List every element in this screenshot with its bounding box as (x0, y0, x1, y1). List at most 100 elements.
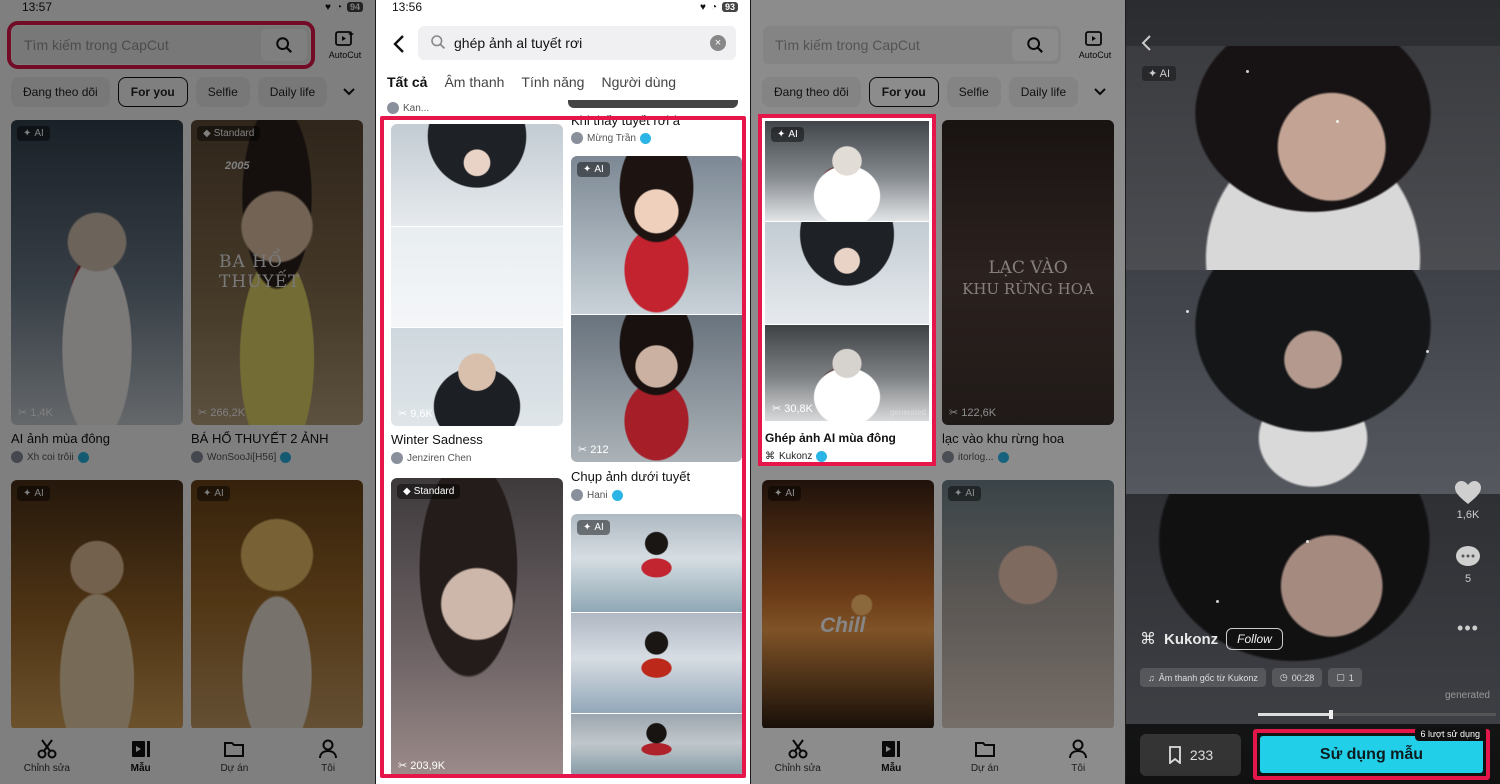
tab-features[interactable]: Tính năng (521, 74, 584, 90)
template-card[interactable]: LẠC VÀO KHU RỪNG HOA ✂ 122,6K (942, 120, 1114, 425)
battery-level: 93 (721, 2, 738, 12)
chip-for-you[interactable]: For you (868, 77, 939, 107)
video-progress-bar[interactable] (1258, 710, 1496, 719)
nav-me[interactable]: Tôi (1048, 738, 1108, 774)
template-card[interactable]: ✦ AI (11, 480, 183, 730)
back-arrow-icon (1141, 35, 1151, 51)
autocut-label: AutoCut (328, 50, 362, 60)
template-card[interactable]: ◆ Standard ✂ 203,9K (391, 478, 563, 778)
chip-daily-life[interactable]: Daily life (257, 77, 328, 107)
card-author[interactable]: Mừng Trần (571, 132, 651, 144)
clear-icon[interactable]: × (710, 35, 726, 51)
card-author[interactable]: itorlog... (942, 451, 1009, 463)
search-button[interactable] (1012, 29, 1058, 61)
like-button[interactable]: 1,6K (1444, 480, 1492, 521)
card-title[interactable]: Ghép ảnh AI mùa đông (765, 431, 931, 445)
tab-audio[interactable]: Âm thanh (444, 74, 504, 90)
search-icon (276, 37, 292, 53)
card-title[interactable]: Chụp ảnh dưới tuyết (571, 469, 743, 484)
selected-template[interactable]: ✦ AI ✂ 30,8K generated Ghép ảnh AI mùa đ… (758, 114, 936, 466)
template-card[interactable]: ◆ Standard 2005 BA HỔ THUYẾT ✂ 266,2K (191, 120, 363, 425)
back-button[interactable] (1140, 34, 1152, 57)
more-options-icon[interactable]: ••• (1444, 618, 1492, 639)
nav-projects[interactable]: Dự án (204, 738, 264, 774)
template-card[interactable]: ✦ AI ✂ 1,4K (11, 120, 183, 425)
chip-selfie[interactable]: Selfie (946, 77, 1001, 107)
comment-button[interactable]: 5 (1444, 544, 1492, 585)
card-author[interactable]: Xh coi trôii (11, 451, 89, 463)
result-tabs: Tất cả Âm thanh Tính năng Người dùng (387, 74, 676, 90)
template-card[interactable]: ✦ AI (571, 514, 742, 778)
overlay-text: BA HỔ THUYẾT (219, 252, 301, 292)
chip-daily-life[interactable]: Daily life (1008, 77, 1079, 107)
card-author[interactable]: Kan... (387, 102, 429, 114)
usage-count: ✂ 212 (578, 443, 609, 457)
nav-templates[interactable]: Mẫu (861, 738, 921, 774)
creator-row: ⌘ Kukonz Follow (1140, 628, 1283, 650)
search-icon (431, 35, 446, 50)
search-input[interactable]: ghép ảnh al tuyết rơi × (418, 26, 736, 60)
overlay-text: Chill (820, 614, 866, 637)
standard-badge: ◆ Standard (197, 126, 261, 141)
template-card[interactable]: ✦ AI ✂ 30,8K generated (765, 121, 929, 421)
back-button[interactable] (386, 31, 412, 57)
search-input[interactable]: Tìm kiếm trong CapCut (7, 21, 315, 69)
search-input[interactable]: Tìm kiếm trong CapCut (763, 26, 1061, 64)
heart-icon: ♥ (700, 1, 706, 13)
template-card[interactable]: ✦ AI Chill (762, 480, 934, 730)
verified-icon (280, 451, 292, 463)
status-time: 13:57 (22, 0, 53, 14)
audio-info[interactable]: ♫ Âm thanh gốc từ Kukonz (1140, 668, 1266, 687)
generated-tag: generated (1444, 690, 1490, 701)
ai-badge: ✦ AI (771, 127, 804, 142)
usage-count: ✂ 30,8K (772, 402, 813, 416)
card-title[interactable]: Khi thấy tuyết rơi à (571, 113, 743, 128)
avatar (387, 102, 399, 114)
template-card[interactable]: ✦ AI (191, 480, 363, 730)
chevron-down-icon[interactable] (337, 80, 361, 104)
card-partial[interactable] (568, 100, 738, 108)
template-card[interactable]: ✂ 9,6K (391, 124, 563, 426)
template-card[interactable]: ✦ AI (942, 480, 1114, 730)
card-author[interactable]: WonSooJi[H56] (191, 451, 292, 463)
tab-all[interactable]: Tất cả (387, 74, 427, 90)
clock-icon: ◷ (1279, 672, 1288, 682)
tab-users[interactable]: Người dùng (601, 74, 676, 90)
scissors-icon (788, 739, 808, 759)
search-button[interactable] (261, 29, 307, 61)
nav-projects[interactable]: Dự án (955, 738, 1015, 774)
card-author[interactable]: Jenziren Chen (391, 452, 471, 464)
template-card[interactable]: ✦ AI ✂ 212 (571, 156, 742, 462)
card-title[interactable]: BÁ HỔ THUYẾT 2 ẢNH (191, 431, 363, 446)
creator-name[interactable]: Kukonz (1164, 631, 1218, 648)
autocut-button[interactable]: AutoCut (1073, 30, 1117, 60)
follow-button[interactable]: Follow (1226, 628, 1283, 650)
autocut-button[interactable]: AutoCut (323, 30, 367, 60)
status-time: 13:56 (392, 0, 423, 14)
card-title[interactable]: lạc vào khu rừng hoa (942, 431, 1114, 446)
card-author[interactable]: ⌘ Kukonz (765, 451, 828, 462)
card-title[interactable]: Winter Sadness (391, 432, 563, 447)
search-row: Tìm kiếm trong CapCut AutoCut (751, 24, 1125, 66)
nav-edit[interactable]: Chỉnh sửa (768, 738, 828, 774)
save-button[interactable]: 233 (1140, 734, 1241, 776)
use-template-button[interactable]: Sử dụng mẫu (1260, 736, 1483, 773)
card-title[interactable]: AI ảnh mùa đông (11, 431, 183, 446)
progress-handle[interactable] (1329, 710, 1334, 719)
chip-selfie[interactable]: Selfie (195, 77, 250, 107)
avatar (11, 451, 23, 463)
duration-info: ◷ 00:28 (1271, 668, 1323, 687)
search-row: Tìm kiếm trong CapCut AutoCut (0, 21, 375, 69)
card-author[interactable]: Hani (571, 489, 623, 501)
nav-edit[interactable]: Chỉnh sửa (17, 738, 77, 774)
chip-for-you[interactable]: For you (117, 77, 188, 107)
nav-templates[interactable]: Mẫu (111, 738, 171, 774)
chip-following[interactable]: Đang theo dõi (11, 77, 110, 107)
avatar (942, 451, 954, 463)
avatar (391, 452, 403, 464)
nav-me[interactable]: Tôi (298, 738, 358, 774)
verified-icon (816, 451, 828, 462)
chip-following[interactable]: Đang theo dõi (762, 77, 861, 107)
chevron-down-icon[interactable] (1088, 80, 1112, 104)
overlay-text-line1: LẠC VÀO (988, 258, 1068, 278)
